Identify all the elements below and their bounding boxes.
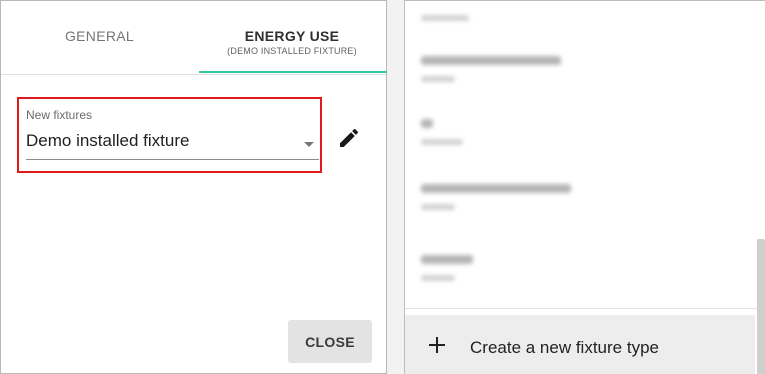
create-fixture-type-button[interactable]: Create a new fixture type (405, 315, 755, 374)
fixture-select-label: New fixtures (26, 108, 93, 122)
dropdown-arrow-icon[interactable] (304, 142, 314, 147)
tab-energy-use-label: ENERGY USE (244, 28, 340, 44)
pencil-icon[interactable] (337, 126, 361, 150)
close-button[interactable]: CLOSE (288, 320, 372, 363)
plus-icon (429, 337, 445, 353)
list-item[interactable] (421, 56, 561, 82)
tab-energy-use-sublabel: (DEMO INSTALLED FIXTURE) (227, 46, 357, 56)
select-underline (26, 159, 319, 160)
list-item[interactable] (421, 15, 469, 21)
fixture-type-dropdown: Create a new fixture type (404, 0, 765, 374)
list-item[interactable] (421, 255, 473, 281)
tab-general-label: GENERAL (64, 28, 134, 44)
list-item[interactable] (421, 119, 463, 145)
list-item[interactable] (421, 184, 571, 210)
divider (405, 308, 757, 309)
tab-energy-use[interactable]: ENERGY USE (DEMO INSTALLED FIXTURE) (198, 1, 386, 74)
fixture-dialog: GENERAL ENERGY USE (DEMO INSTALLED FIXTU… (0, 0, 387, 374)
tab-bar: GENERAL ENERGY USE (DEMO INSTALLED FIXTU… (1, 1, 386, 75)
active-tab-indicator (199, 71, 387, 73)
tab-general[interactable]: GENERAL (1, 1, 198, 74)
create-fixture-type-label: Create a new fixture type (470, 338, 659, 357)
scrollbar[interactable] (757, 239, 765, 374)
fixture-select[interactable]: New fixtures Demo installed fixture (17, 97, 322, 173)
fixture-select-value: Demo installed fixture (26, 131, 190, 150)
